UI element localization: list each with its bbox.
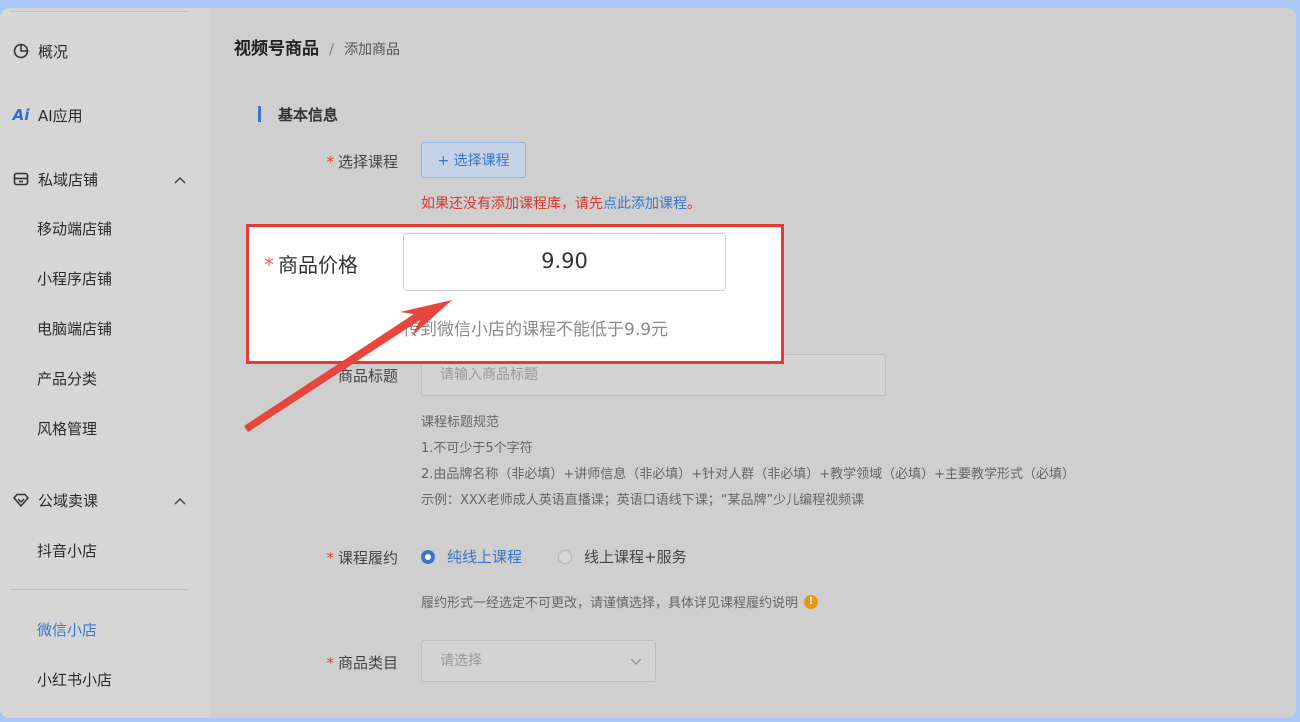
title-rules: 课程标题规范 1.不可少于5个字符 2.由品牌名称（非必填）+讲师信息（非必填）… — [421, 410, 1075, 514]
sidebar-item-xiaohongshu-store[interactable]: 小红书小店 — [37, 668, 112, 692]
category-select[interactable]: 请选择 — [421, 640, 656, 682]
sidebar: 概况 Ai AI应用 私域店铺 移动端店铺 小程序店铺 电脑端店铺 产品分类 风… — [0, 8, 210, 718]
sidebar-item-label: 概况 — [38, 42, 69, 61]
radio-online-service-label[interactable]: 线上课程+服务 — [584, 546, 687, 567]
breadcrumb-parent[interactable]: 视频号商品 — [234, 34, 319, 59]
add-course-link[interactable]: 点此添加课程 — [603, 196, 687, 212]
title-label: * 商品标题 — [326, 367, 398, 385]
rule-line: 2.由品牌名称（非必填）+讲师信息（非必填）+针对人群（非必填）+教学领域（必填… — [421, 467, 1075, 482]
sidebar-item-label: 公域卖课 — [38, 491, 99, 510]
breadcrumb: 视频号商品 / 添加商品 — [234, 34, 400, 59]
course-hint: 如果还没有添加课程库，请先点此添加课程。 — [421, 196, 701, 212]
chevron-up-icon[interactable] — [172, 172, 188, 188]
rule-line: 示例：XXX老师成人英语直播课；英语口语线下课；“某品牌”少儿编程视频课 — [421, 493, 865, 508]
sidebar-item-label: AI应用 — [38, 106, 83, 125]
fulfilment-label: * 课程履约 — [326, 549, 398, 567]
fulfilment-hint: 履约形式一经选定不可更改，请谨慎选择，具体详见课程履约说明 ! — [421, 592, 819, 611]
sidebar-item-label: 私域店铺 — [38, 170, 99, 189]
required-mark: * — [264, 253, 274, 277]
sidebar-item-miniprogram-store[interactable]: 小程序店铺 — [37, 267, 112, 291]
sidebar-divider — [10, 589, 188, 590]
ai-icon: Ai — [12, 106, 30, 124]
sidebar-item-mobile-store[interactable]: 移动端店铺 — [37, 217, 112, 241]
price-highlight-callout: * 商品价格 9.90 传到微信小店的课程不能低于9.9元 — [246, 224, 784, 364]
sidebar-item-douyin-store[interactable]: 抖音小店 — [37, 539, 97, 563]
pie-chart-icon — [12, 42, 30, 60]
sidebar-item-product-category[interactable]: 产品分类 — [37, 367, 97, 391]
warning-icon[interactable]: ! — [804, 594, 819, 609]
radio-online-course[interactable] — [421, 549, 435, 564]
required-mark: * — [326, 367, 334, 385]
rule-line: 1.不可少于5个字符 — [421, 441, 533, 456]
breadcrumb-separator: / — [329, 40, 335, 58]
radio-online-course-label[interactable]: 纯线上课程 — [447, 546, 522, 567]
price-label: * 商品价格 — [264, 253, 358, 277]
sidebar-item-style-management[interactable]: 风格管理 — [37, 417, 97, 441]
store-icon — [12, 170, 30, 188]
required-mark: * — [326, 549, 334, 567]
category-placeholder: 请选择 — [440, 653, 482, 669]
required-mark: * — [326, 654, 334, 672]
chevron-up-icon[interactable] — [172, 493, 188, 509]
chevron-down-icon — [630, 658, 642, 665]
diamond-icon — [12, 491, 30, 509]
sidebar-item-private-store[interactable]: 私域店铺 — [12, 167, 98, 191]
section-marker — [258, 106, 261, 122]
sidebar-item-wechat-store[interactable]: 微信小店 — [37, 618, 97, 642]
price-input[interactable]: 9.90 — [403, 233, 726, 291]
sidebar-item-public-courses[interactable]: 公域卖课 — [12, 488, 98, 512]
breadcrumb-current: 添加商品 — [344, 42, 401, 58]
radio-online-service[interactable] — [558, 549, 573, 564]
required-mark: * — [326, 153, 334, 171]
sidebar-item-overview[interactable]: 概况 — [12, 39, 68, 63]
sidebar-item-pc-store[interactable]: 电脑端店铺 — [37, 317, 112, 341]
sidebar-item-ai[interactable]: Ai AI应用 — [12, 103, 83, 127]
course-label: * 选择课程 — [326, 153, 398, 171]
price-hint: 传到微信小店的课程不能低于9.9元 — [403, 320, 669, 340]
sidebar-divider — [10, 11, 188, 12]
section-title: 基本信息 — [278, 106, 339, 124]
fulfilment-radio-group: 纯线上课程 线上课程+服务 — [421, 546, 687, 567]
select-course-button[interactable]: + 选择课程 — [421, 142, 526, 178]
category-label: * 商品类目 — [326, 654, 398, 672]
rule-line: 课程标题规范 — [421, 415, 500, 430]
